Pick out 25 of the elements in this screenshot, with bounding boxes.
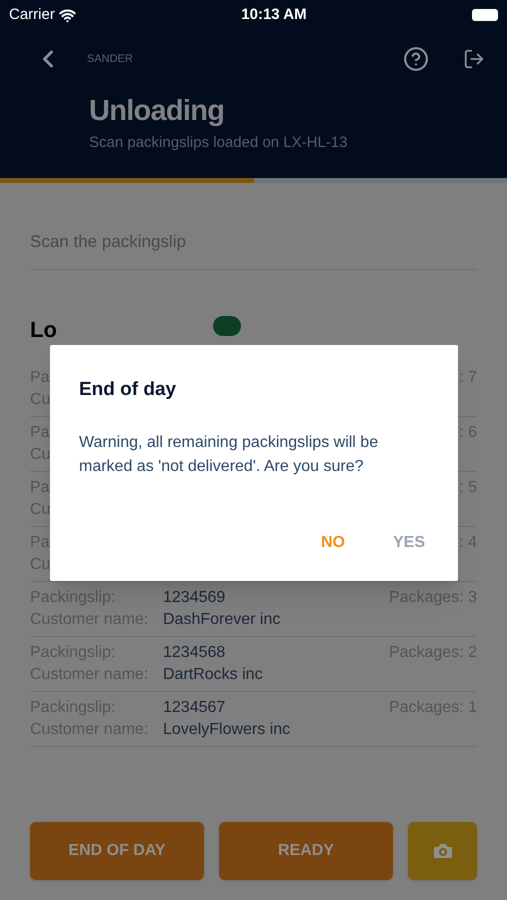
dialog-title: End of day xyxy=(79,378,178,402)
dialog-button[interactable]: YES xyxy=(392,531,425,555)
wifi-icon xyxy=(58,6,76,24)
help-icon xyxy=(403,46,429,72)
action-button[interactable]: END OF DAY xyxy=(30,822,204,880)
count-badge xyxy=(212,316,241,336)
customer-name: DashForever inc xyxy=(163,610,280,630)
packingslip-number: 1234567 xyxy=(163,698,226,718)
logout-icon xyxy=(463,48,485,70)
dialog-message: Warning, all remaining packingslips will be marked as 'not delivered'. Are you sure? xyxy=(79,432,380,476)
customer-name: DartRocks inc xyxy=(163,664,263,684)
carrier-label: Carrier xyxy=(9,4,55,25)
logout-button[interactable] xyxy=(463,48,485,70)
action-button[interactable]: READY xyxy=(219,822,393,880)
help-button[interactable] xyxy=(403,46,429,72)
dialog-button[interactable]: NO xyxy=(320,531,345,555)
status-time: 10:13 AM xyxy=(241,4,307,25)
packingslip-number: 1234569 xyxy=(163,588,226,608)
user-name: SANDER xyxy=(87,52,133,67)
packingslip-number: 1234568 xyxy=(163,642,226,662)
page-title: Unloading xyxy=(89,94,226,128)
customer-name: LovelyFlowers inc xyxy=(163,720,290,740)
page-subtitle: Scan packingslips loaded on LX-HL-13 xyxy=(89,133,348,153)
battery-icon xyxy=(472,9,498,21)
list-heading: Lo xyxy=(30,318,57,342)
